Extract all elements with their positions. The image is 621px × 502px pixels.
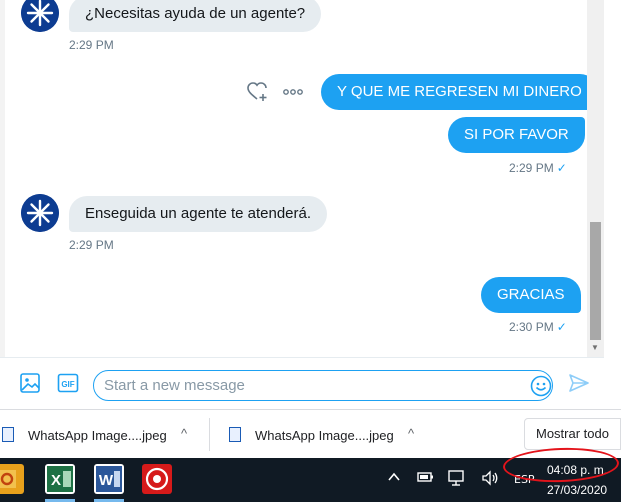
- send-icon[interactable]: [568, 372, 590, 394]
- message-timestamp: 2:29 PM ✓: [509, 161, 567, 175]
- chevron-up-icon[interactable]: ^: [408, 426, 414, 441]
- download-filename[interactable]: WhatsApp Image....jpeg: [28, 428, 167, 443]
- svg-text:W: W: [99, 472, 114, 489]
- gif-label: GIF: [61, 380, 74, 389]
- more-options-icon[interactable]: [283, 89, 303, 95]
- message-timestamp: 2:29 PM: [69, 238, 114, 252]
- image-file-icon: [229, 427, 241, 442]
- heart-plus-icon[interactable]: [247, 82, 269, 102]
- outgoing-message-bubble[interactable]: Y QUE ME REGRESEN MI DINERO: [321, 74, 598, 110]
- message-timestamp: 2:30 PM ✓: [509, 320, 567, 334]
- checkmark-icon: ✓: [556, 161, 567, 175]
- outgoing-message-bubble[interactable]: SI POR FAVOR: [448, 117, 585, 153]
- panel-border: [0, 0, 5, 357]
- svg-text:X: X: [51, 472, 61, 489]
- download-filename[interactable]: WhatsApp Image....jpeg: [255, 428, 394, 443]
- clock-date[interactable]: 27/03/2020: [547, 483, 607, 497]
- show-all-button[interactable]: Mostrar todo: [524, 418, 621, 450]
- message-input[interactable]: Start a new message: [93, 370, 553, 401]
- network-icon[interactable]: [448, 470, 466, 489]
- divider: [209, 418, 210, 451]
- scrollbar-thumb[interactable]: [590, 222, 601, 340]
- antivirus-icon[interactable]: [142, 464, 172, 494]
- incoming-message-bubble[interactable]: ¿Necesitas ayuda de un agente?: [69, 0, 322, 32]
- incoming-message-bubble[interactable]: Enseguida un agente te atenderá.: [69, 196, 328, 232]
- battery-icon[interactable]: [417, 470, 435, 487]
- chevron-up-icon[interactable]: [388, 470, 400, 486]
- image-file-icon: [2, 427, 14, 442]
- emoji-icon[interactable]: [530, 375, 552, 402]
- outgoing-message-bubble[interactable]: GRACIAS: [481, 277, 581, 313]
- image-icon[interactable]: [19, 372, 41, 394]
- conversation-panel: ¿Necesitas ayuda de un agente? 2:29 PM Y…: [0, 0, 604, 357]
- message-composer: GIF Start a new message: [0, 357, 604, 409]
- bot-avatar-icon[interactable]: [21, 0, 59, 32]
- bot-avatar-icon[interactable]: [21, 194, 59, 232]
- scroll-down-arrow-icon[interactable]: ▼: [591, 343, 599, 352]
- word-icon[interactable]: W: [94, 464, 124, 494]
- chevron-up-icon[interactable]: ^: [181, 426, 187, 441]
- checkmark-icon: ✓: [556, 320, 567, 334]
- message-actions: [247, 82, 303, 102]
- message-input-placeholder: Start a new message: [104, 377, 245, 394]
- excel-icon[interactable]: X: [45, 464, 75, 494]
- message-timestamp: 2:29 PM: [69, 38, 114, 52]
- downloads-bar: WhatsApp Image....jpeg ^ WhatsApp Image.…: [0, 409, 621, 458]
- gif-icon[interactable]: GIF: [57, 372, 79, 394]
- volume-icon[interactable]: [481, 470, 499, 489]
- outlook-icon[interactable]: [0, 464, 24, 494]
- scrollbar[interactable]: ▼: [587, 0, 604, 357]
